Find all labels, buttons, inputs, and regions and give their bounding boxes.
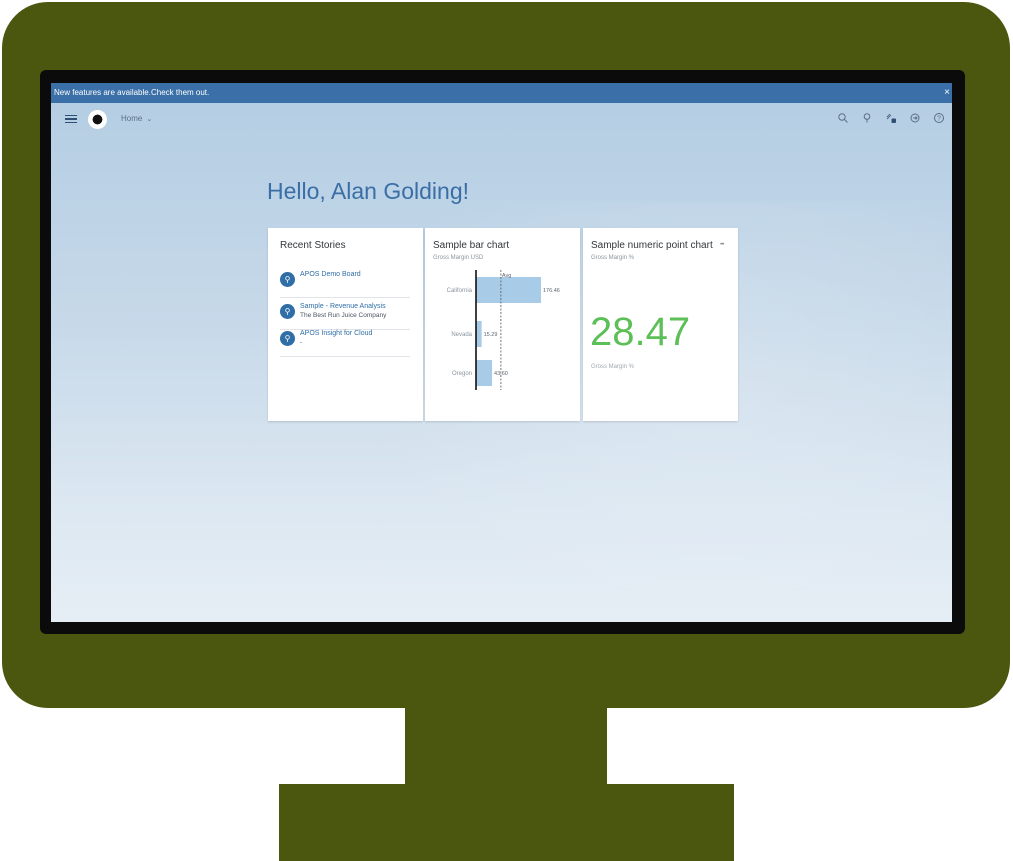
- category-label: Nevada: [451, 332, 472, 338]
- shell-icons: ?: [836, 112, 946, 126]
- shell-bar: Home ⌄ ?: [51, 103, 952, 137]
- nav-home-dropdown[interactable]: Home ⌄: [121, 114, 152, 123]
- list-item[interactable]: ⚲ Sample - Revenue Analysis The Best Run…: [280, 300, 410, 330]
- numeric-card-title: Sample numeric point chart: [591, 240, 713, 251]
- monitor-stand-neck: [405, 700, 607, 786]
- numeric-value: 28.47: [590, 310, 691, 354]
- lightbulb-icon[interactable]: [860, 112, 874, 126]
- search-icon[interactable]: [836, 112, 850, 126]
- share-icon[interactable]: [908, 112, 922, 126]
- story-icon: ⚲: [280, 331, 295, 346]
- svg-text:?: ?: [937, 116, 941, 123]
- list-item[interactable]: ⚲ APOS Demo Board: [280, 268, 410, 298]
- story-title: APOS Insight for Cloud: [300, 330, 373, 337]
- story-subtitle: -: [300, 339, 303, 346]
- category-label: California: [447, 288, 473, 294]
- recent-stories-card: Recent Stories ⚲ APOS Demo Board ⚲ Sampl…: [268, 228, 423, 421]
- recent-stories-title: Recent Stories: [280, 240, 346, 251]
- bar: [476, 277, 541, 303]
- numeric-value-label: Gross Margin %: [591, 364, 635, 370]
- bar-chart-card[interactable]: Sample bar chart Gross Margin USD Califo…: [425, 228, 580, 421]
- data-label: 176.46: [543, 288, 560, 294]
- avatar[interactable]: [88, 110, 107, 129]
- numeric-point-card[interactable]: Sample numeric point chart ••• Gross Mar…: [583, 228, 738, 421]
- notification-banner: New features are available. Check them o…: [51, 83, 952, 103]
- story-subtitle: The Best Run Juice Company: [300, 312, 387, 319]
- story-title: APOS Demo Board: [300, 271, 361, 278]
- nav-home-label: Home: [121, 114, 143, 123]
- divider: [280, 356, 410, 357]
- hamburger-menu-icon[interactable]: [65, 113, 77, 125]
- bar-chart: California 176.46Nevada 15.29Oregon 43.60Av…: [447, 270, 560, 390]
- banner-close-icon[interactable]: ×: [944, 83, 950, 103]
- banner-link[interactable]: Check them out.: [151, 83, 209, 103]
- story-title: Sample - Revenue Analysis: [300, 303, 386, 310]
- greeting-title: Hello, Alan Golding!: [267, 178, 470, 204]
- bar: [476, 360, 493, 386]
- numeric-card-subtitle: Gross Margin %: [591, 255, 635, 261]
- story-icon: ⚲: [280, 272, 295, 287]
- divider: [280, 297, 410, 298]
- category-label: Oregon: [452, 371, 472, 377]
- more-options-icon[interactable]: •••: [720, 242, 724, 248]
- list-item[interactable]: ⚲ APOS Insight for Cloud -: [280, 327, 410, 357]
- data-label: 15.29: [484, 332, 498, 338]
- help-icon[interactable]: ?: [932, 112, 946, 126]
- bar: [476, 321, 482, 347]
- average-label: Avg: [502, 273, 511, 279]
- notifications-icon[interactable]: [884, 112, 898, 126]
- banner-message: New features are available.: [54, 88, 151, 97]
- story-icon: ⚲: [280, 304, 295, 319]
- app-screen: New features are available. Check them o…: [51, 83, 952, 622]
- chevron-down-icon: ⌄: [146, 116, 153, 123]
- monitor-stand-base: [279, 784, 734, 861]
